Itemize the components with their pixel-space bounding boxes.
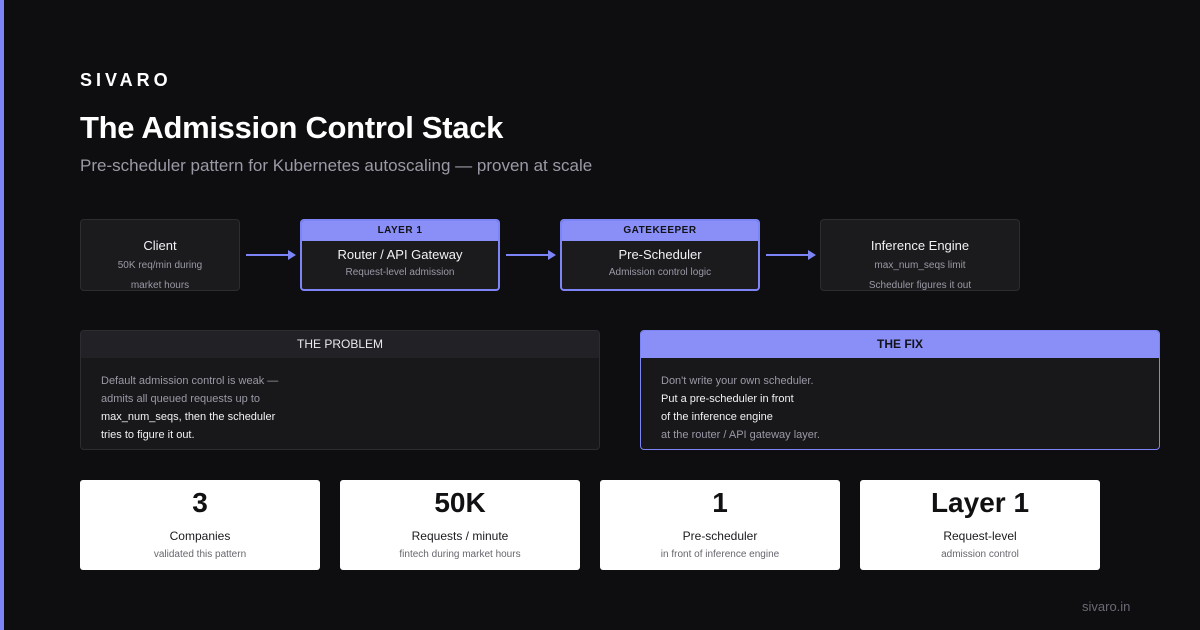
stat-value: Layer 1	[930, 487, 1030, 518]
stat-label: Pre-scheduler	[682, 529, 758, 543]
flow-arrow-1	[246, 250, 296, 260]
flow-arrow-2	[506, 250, 556, 260]
stat-card-requests: 50K Requests / minute fintech during mar…	[340, 480, 580, 570]
node-router-name: Router / API Gateway	[337, 247, 463, 262]
stat-card-prescheduler: 1 Pre-scheduler in front of inference en…	[600, 480, 840, 570]
stat-value: 3	[192, 487, 208, 518]
stat-sub: admission control	[941, 549, 1019, 560]
fix-line: Put a pre-scheduler in front	[661, 393, 794, 405]
stat-label: Request-level	[943, 529, 1017, 543]
node-client-desc-2: market hours	[130, 280, 190, 291]
fix-line: Don't write your own scheduler.	[661, 375, 814, 387]
stat-card-layer: Layer 1 Request-level admission control	[860, 480, 1100, 570]
stat-sub: in front of inference engine	[660, 549, 780, 560]
node-prescheduler-desc: Admission control logic	[608, 267, 712, 278]
problem-line: admits all queued requests up to	[101, 393, 260, 405]
problem-line: tries to figure it out.	[101, 429, 195, 441]
fix-line: of the inference engine	[661, 411, 773, 423]
problem-heading: THE PROBLEM	[81, 331, 599, 358]
footer-url: sivaro.in	[1082, 599, 1131, 614]
stat-sub: validated this pattern	[153, 549, 247, 560]
stat-card-companies: 3 Companies validated this pattern	[80, 480, 320, 570]
stat-sub: fintech during market hours	[399, 549, 521, 560]
fix-line: at the router / API gateway layer.	[661, 429, 820, 441]
node-engine-name: Inference Engine	[870, 238, 970, 253]
stat-label: Companies	[169, 529, 231, 543]
page-title: The Admission Control Stack	[80, 110, 504, 145]
brand-logo: SIVARO	[80, 70, 172, 90]
accent-bar	[0, 0, 4, 630]
stat-value: 50K	[434, 487, 486, 518]
problem-panel: THE PROBLEM Default admission control is…	[80, 330, 600, 450]
stat-label: Requests / minute	[411, 529, 509, 543]
stat-value: 1	[712, 487, 728, 518]
flow-arrow-3	[766, 250, 816, 260]
node-router-desc: Request-level admission	[345, 267, 455, 278]
page-subtitle: Pre-scheduler pattern for Kubernetes aut…	[80, 156, 593, 175]
fix-panel: THE FIX Don't write your own scheduler. …	[640, 330, 1160, 450]
node-engine-desc-1: max_num_seqs limit	[874, 260, 966, 271]
node-prescheduler-tag: GATEKEEPER	[562, 221, 758, 241]
node-prescheduler-name: Pre-Scheduler	[618, 247, 702, 262]
node-inference-engine: Inference Engine max_num_seqs limit Sche…	[820, 219, 1020, 291]
node-router: LAYER 1 Router / API Gateway Request-lev…	[300, 219, 500, 291]
node-client: Client 50K req/min during market hours	[80, 219, 240, 291]
problem-line: Default admission control is weak —	[101, 375, 279, 387]
node-client-name: Client	[143, 238, 177, 253]
problem-line: max_num_seqs, then the scheduler	[101, 411, 276, 423]
node-engine-desc-2: Scheduler figures it out	[868, 280, 972, 291]
node-router-tag: LAYER 1	[302, 221, 498, 241]
node-prescheduler: GATEKEEPER Pre-Scheduler Admission contr…	[560, 219, 760, 291]
fix-heading: THE FIX	[641, 331, 1159, 358]
node-client-desc-1: 50K req/min during	[117, 260, 203, 271]
